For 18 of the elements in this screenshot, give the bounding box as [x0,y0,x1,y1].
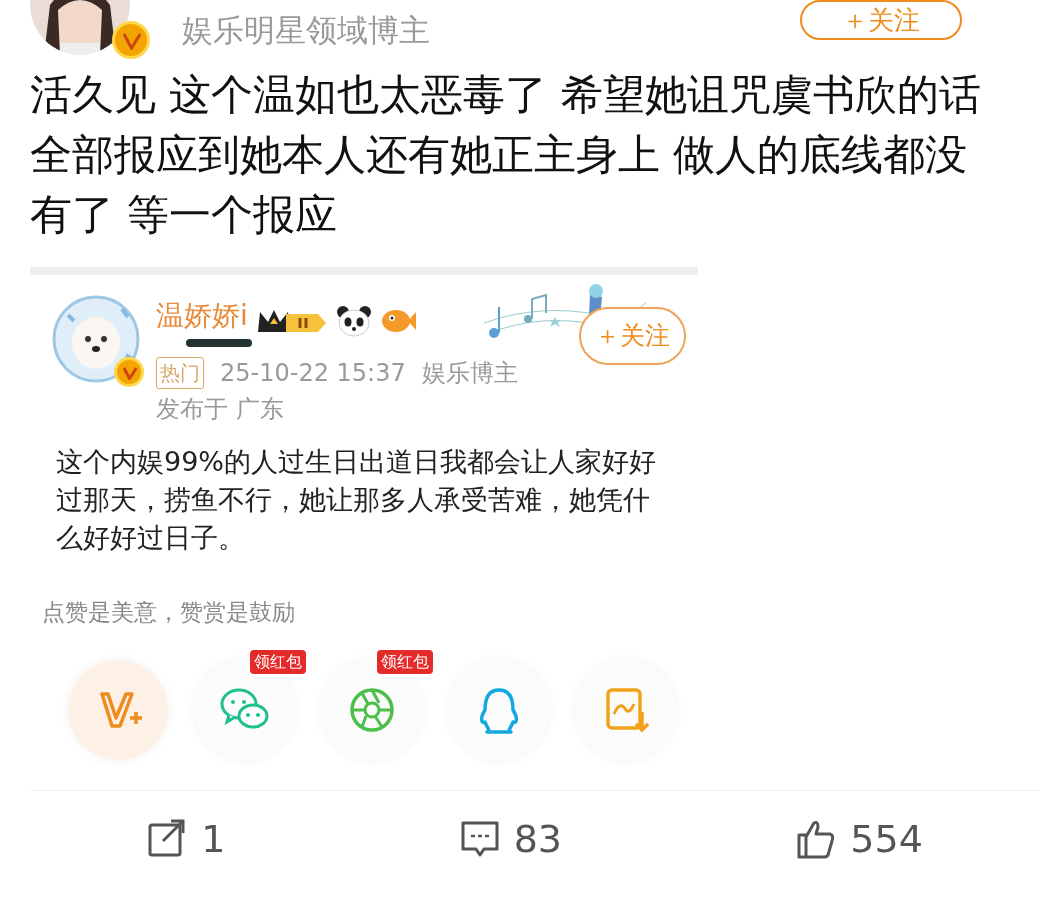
user-category: 娱乐博主 [421,358,518,389]
thumbs-up-icon [796,819,837,859]
reward-badge: 领红包 [250,649,306,674]
repost-count[interactable]: 1 [201,810,226,868]
post-time: 25-10-22 15:37 [220,358,406,389]
like-count[interactable]: 554 [850,810,923,868]
post-text: 这个内娱99%的人过生日出道日我都会让人家好好过那天，捞鱼不行，她让那多人承受苦难，她凭什么好好过日子。 [56,445,657,555]
avatar-icon [52,295,140,383]
post-location: 发布于 广东 [156,394,285,425]
hot-tag: 热门 [156,357,204,389]
repost-icon [147,819,188,859]
reward-badge: 领红包 [377,649,433,674]
panda-icon [335,305,372,337]
author-category: 娱乐明星领域博主 [182,11,430,50]
post-text: 活久见 这个温如也太恶毒了 希望她诅咒虞书欣的话全部报应到她本人还有她正主身上 做人的底线都没有了 等一个报应 [29,69,982,241]
reward-hint: 点赞是美意，赞赏是鼓励 [42,598,296,627]
comment-icon [459,819,500,859]
comment-count[interactable]: 83 [513,810,562,868]
